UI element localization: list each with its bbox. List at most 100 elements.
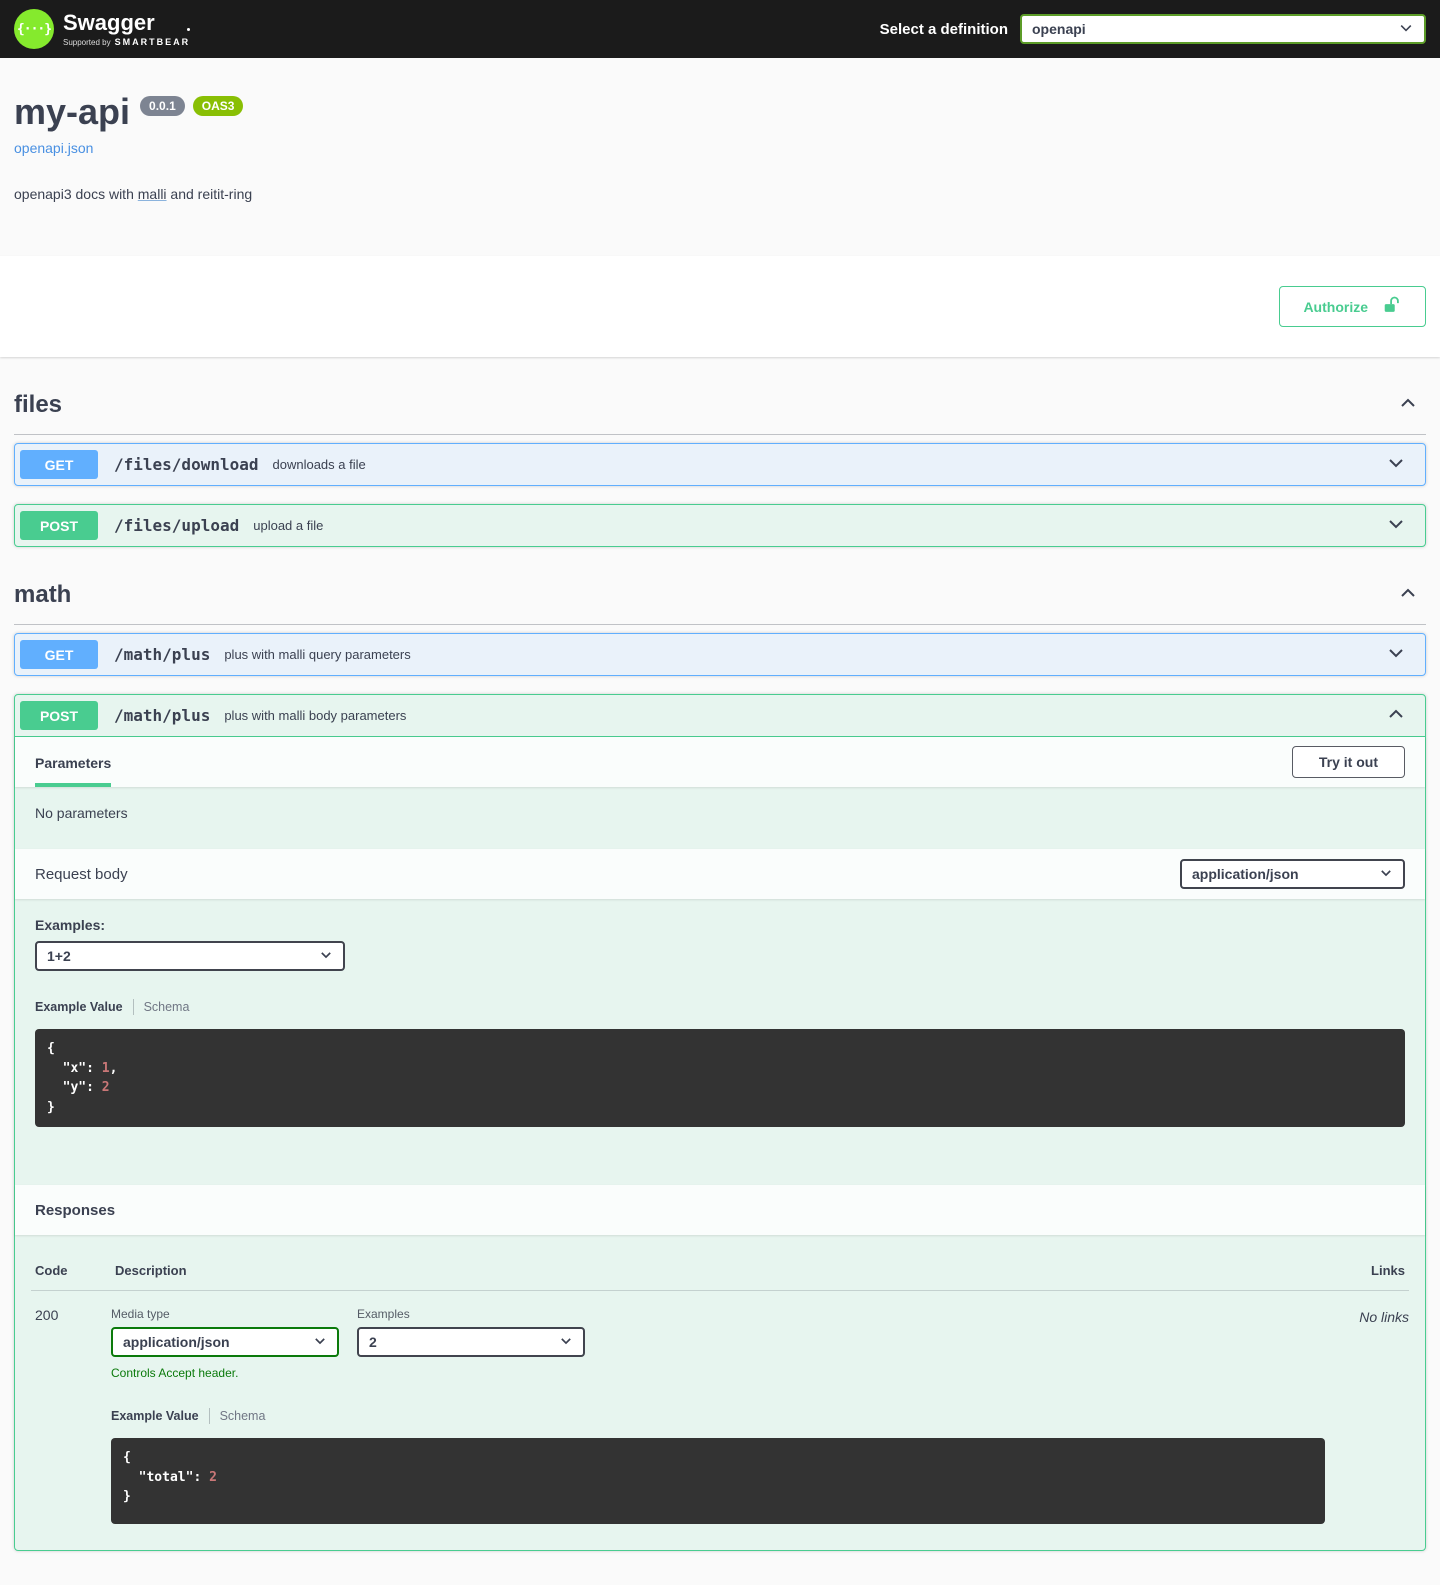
tag-name-math: math (14, 581, 71, 609)
unlock-icon (1382, 295, 1402, 318)
opblock-post-math-plus-expanded: POST /math/plus plus with malli body par… (14, 694, 1426, 1551)
tag-header-files[interactable]: files (14, 383, 1426, 435)
collapse-operation-button[interactable] (1378, 700, 1414, 731)
swagger-logo-icon: {···} (14, 9, 54, 49)
op-summary[interactable]: GET /files/download downloads a file (15, 444, 1425, 485)
chevron-up-icon (1398, 393, 1418, 416)
spec-link[interactable]: openapi.json (14, 140, 93, 156)
request-example-json: { "x": 1, "y": 2 } (35, 1029, 1405, 1127)
description-text-before: openapi3 docs with (14, 186, 138, 202)
code-column-header: Code (35, 1263, 115, 1278)
expand-operation-button[interactable] (1378, 449, 1414, 480)
version-badge: 0.0.1 (140, 96, 185, 116)
brand-text: Swagger Supported by SMARTBEAR (63, 12, 190, 47)
tag-section-math: math GET /math/plus plus with malli quer… (14, 573, 1426, 1551)
request-example-select[interactable]: 1+2 (35, 941, 345, 971)
definition-select-value: openapi (1032, 21, 1086, 37)
method-badge-get: GET (20, 640, 98, 669)
op-summary[interactable]: POST /files/upload upload a file (15, 505, 1425, 546)
chevron-down-icon (313, 1334, 327, 1351)
no-parameters-text: No parameters (15, 787, 1425, 849)
swagger-logo[interactable]: {···} Swagger Supported by SMARTBEAR (14, 9, 190, 49)
authorize-button[interactable]: Authorize (1279, 286, 1426, 327)
responses-header: Responses (15, 1185, 1425, 1235)
brand-subtitle: Supported by SMARTBEAR (63, 38, 190, 47)
chevron-down-icon (1379, 866, 1393, 883)
responses-label: Responses (35, 1202, 115, 1219)
topbar: {···} Swagger Supported by SMARTBEAR Sel… (0, 0, 1440, 58)
request-media-type-value: application/json (1192, 866, 1299, 882)
description-text-after: and reitit-ring (167, 186, 253, 202)
request-body-section: Examples: 1+2 Example Value Schema { "x"… (15, 899, 1425, 1185)
op-summary[interactable]: GET /math/plus plus with malli query par… (15, 634, 1425, 675)
select-definition-label: Select a definition (880, 21, 1008, 38)
chevron-down-icon (1386, 453, 1406, 476)
expand-operation-button[interactable] (1378, 510, 1414, 541)
chevron-down-icon (1398, 20, 1414, 39)
response-examples-label: Examples (357, 1307, 585, 1321)
expand-operation-button[interactable] (1378, 639, 1414, 670)
chevron-down-icon (319, 948, 333, 965)
opblock-get-files-download: GET /files/download downloads a file (14, 443, 1426, 486)
response-description-cell: Media type application/json Examples (111, 1307, 1325, 1524)
smartbear-brand: SMARTBEAR (115, 38, 191, 47)
response-example-json: { "total": 2 } (111, 1438, 1325, 1524)
tab-schema[interactable]: Schema (144, 1000, 190, 1014)
op-summary[interactable]: POST /math/plus plus with malli body par… (15, 695, 1425, 737)
supported-by-text: Supported by (63, 39, 111, 47)
links-column-header: Links (1321, 1263, 1405, 1278)
try-it-out-button[interactable]: Try it out (1292, 746, 1405, 778)
response-model-tabs: Example Value Schema (111, 1408, 1325, 1424)
response-examples-control: Examples 2 (357, 1307, 585, 1357)
tab-separator (209, 1408, 210, 1424)
malli-link[interactable]: malli (138, 186, 167, 202)
chevron-down-icon (1386, 514, 1406, 537)
request-body-label: Request body (35, 866, 128, 883)
tab-example-value[interactable]: Example Value (111, 1409, 199, 1423)
response-example-select[interactable]: 2 (357, 1327, 585, 1357)
response-media-type-select[interactable]: application/json (111, 1327, 339, 1357)
responses-section: Code Description Links 200 Media type ap… (15, 1235, 1425, 1550)
operations-wrapper: files GET /files/download downloads a fi… (0, 383, 1440, 1585)
api-badges: 0.0.1 OAS3 (140, 96, 243, 116)
media-type-control: Media type application/json (111, 1307, 339, 1357)
tab-separator (133, 999, 134, 1015)
definition-select[interactable]: openapi (1020, 14, 1426, 44)
response-row-200: 200 Media type application/json (31, 1291, 1409, 1524)
chevron-up-icon (1386, 704, 1406, 727)
response-example-value: 2 (369, 1334, 377, 1350)
op-summary-description: plus with malli body parameters (224, 708, 406, 723)
media-type-label: Media type (111, 1307, 339, 1321)
method-badge-get: GET (20, 450, 98, 479)
op-summary-description: plus with malli query parameters (224, 647, 410, 662)
method-badge-post: POST (20, 511, 98, 540)
op-summary-description: upload a file (253, 518, 323, 533)
tab-parameters[interactable]: Parameters (35, 738, 111, 787)
opblock-post-files-upload: POST /files/upload upload a file (14, 504, 1426, 547)
tab-example-value[interactable]: Example Value (35, 1000, 123, 1014)
response-status-code: 200 (31, 1307, 111, 1323)
tag-header-math[interactable]: math (14, 573, 1426, 625)
request-media-type-select[interactable]: application/json (1180, 859, 1405, 889)
model-tabs: Example Value Schema (35, 999, 1405, 1015)
controls-accept-header-note: Controls Accept header. (111, 1366, 1325, 1380)
responses-table-header: Code Description Links (31, 1249, 1409, 1291)
authorize-label: Authorize (1303, 299, 1368, 315)
definition-selector: Select a definition openapi (880, 14, 1426, 44)
collapse-math-button[interactable] (1390, 579, 1426, 610)
page-title: my-api 0.0.1 OAS3 (14, 94, 1426, 130)
collapse-files-button[interactable] (1390, 389, 1426, 420)
page-bottom-spacer (14, 1569, 1426, 1585)
examples-label: Examples: (35, 917, 1405, 933)
api-info-section: my-api 0.0.1 OAS3 openapi.json openapi3 … (0, 58, 1440, 256)
api-description: openapi3 docs with malli and reitit-ring (14, 186, 1426, 202)
api-title-text: my-api (14, 94, 130, 130)
request-example-value: 1+2 (47, 948, 71, 964)
brand-name: Swagger (63, 12, 190, 34)
method-badge-post: POST (20, 701, 98, 730)
parameters-header: Parameters Try it out (15, 737, 1425, 787)
tag-section-files: files GET /files/download downloads a fi… (14, 383, 1426, 547)
tab-schema[interactable]: Schema (220, 1409, 266, 1423)
chevron-down-icon (1386, 643, 1406, 666)
scheme-container: Authorize (0, 256, 1440, 357)
